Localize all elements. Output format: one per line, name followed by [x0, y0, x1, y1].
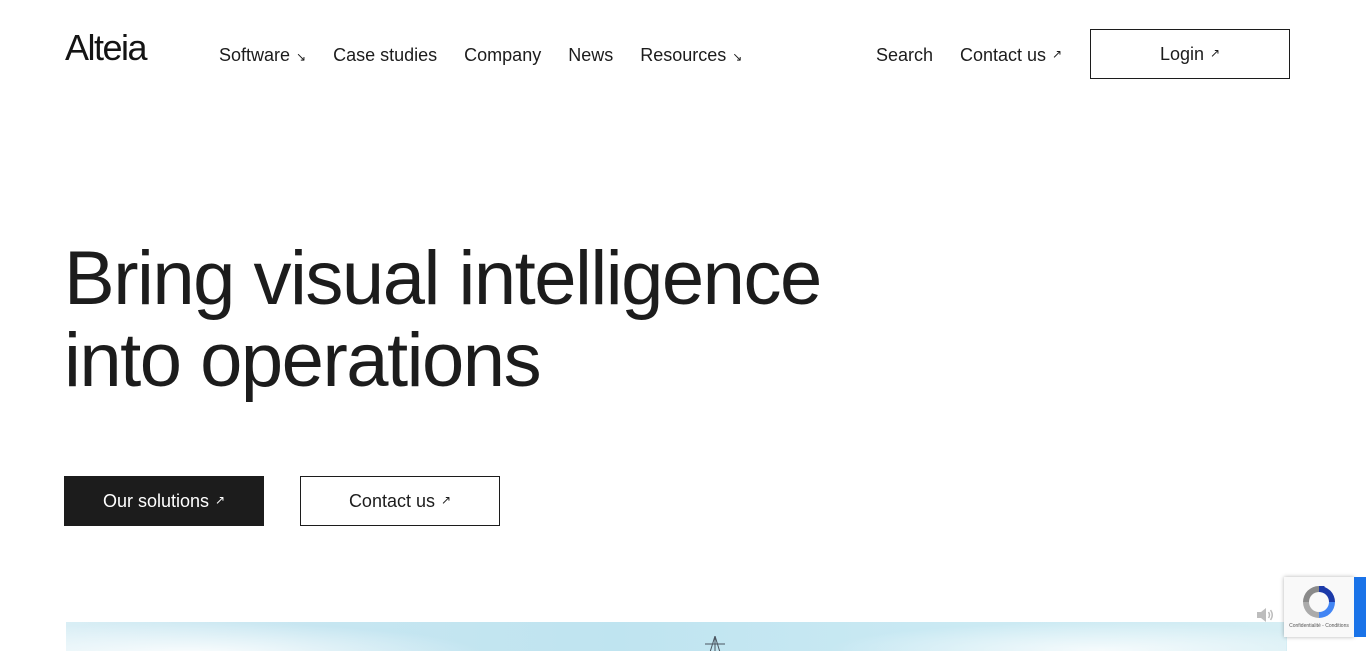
brand-logo[interactable]: Alteia: [65, 28, 148, 68]
video-cloud: [66, 622, 486, 651]
hero-title-line-2: into operations: [64, 318, 542, 403]
recaptcha-badge[interactable]: Confidentialité - Conditions: [1284, 577, 1354, 637]
speaker-icon[interactable]: [1255, 605, 1275, 625]
search-label: Search: [876, 45, 934, 65]
arrow-up-right-icon: ↗: [440, 493, 452, 507]
arrow-up-right-icon: ↗: [1052, 47, 1063, 61]
login-button[interactable]: Login ↗: [1090, 29, 1290, 79]
recaptcha-icon: [1303, 586, 1335, 618]
arrow-down-right-icon: ↘: [296, 50, 307, 64]
arrow-up-right-icon: ↗: [215, 493, 226, 507]
our-solutions-button[interactable]: Our solutions ↗: [64, 476, 264, 526]
nav-item-company[interactable]: Company: [464, 42, 541, 68]
login-label: Login: [1159, 43, 1204, 64]
hero-contact-label: Contact us: [348, 490, 435, 511]
our-solutions-label: Our solutions: [102, 490, 209, 511]
nav-item-label: Company: [464, 45, 542, 65]
transmission-tower-icon: [705, 636, 725, 651]
main-nav: Software ↘ Case studies Company News Res…: [219, 42, 769, 68]
nav-item-label: Case studies: [333, 45, 438, 65]
nav-item-label: Resources: [640, 45, 727, 65]
hero-contact-button[interactable]: Contact us ↗: [300, 476, 500, 526]
contact-label: Contact us: [960, 45, 1047, 65]
nav-item-software[interactable]: Software ↘: [219, 42, 306, 68]
header-contact-link[interactable]: Contact us ↗: [960, 42, 1062, 68]
nav-item-resources[interactable]: Resources ↘: [640, 42, 742, 68]
nav-item-label: Software: [219, 45, 291, 65]
recaptcha-tab[interactable]: [1354, 577, 1366, 637]
recaptcha-footer[interactable]: Confidentialité - Conditions: [1284, 623, 1354, 629]
arrow-up-right-icon: ↗: [1209, 46, 1221, 60]
nav-item-news[interactable]: News: [568, 42, 613, 68]
arrow-down-right-icon: ↘: [732, 50, 743, 64]
hero-title: Bring visual intelligence into operation…: [64, 238, 884, 402]
hero-video[interactable]: [66, 622, 1287, 651]
search-link[interactable]: Search: [876, 42, 933, 68]
page: Alteia Software ↘ Case studies Company N…: [0, 0, 1366, 651]
hero-title-line-1: Bring visual intelligence: [64, 236, 822, 321]
nav-item-case-studies[interactable]: Case studies: [333, 42, 437, 68]
video-cloud: [826, 622, 1286, 651]
nav-item-label: News: [568, 45, 614, 65]
